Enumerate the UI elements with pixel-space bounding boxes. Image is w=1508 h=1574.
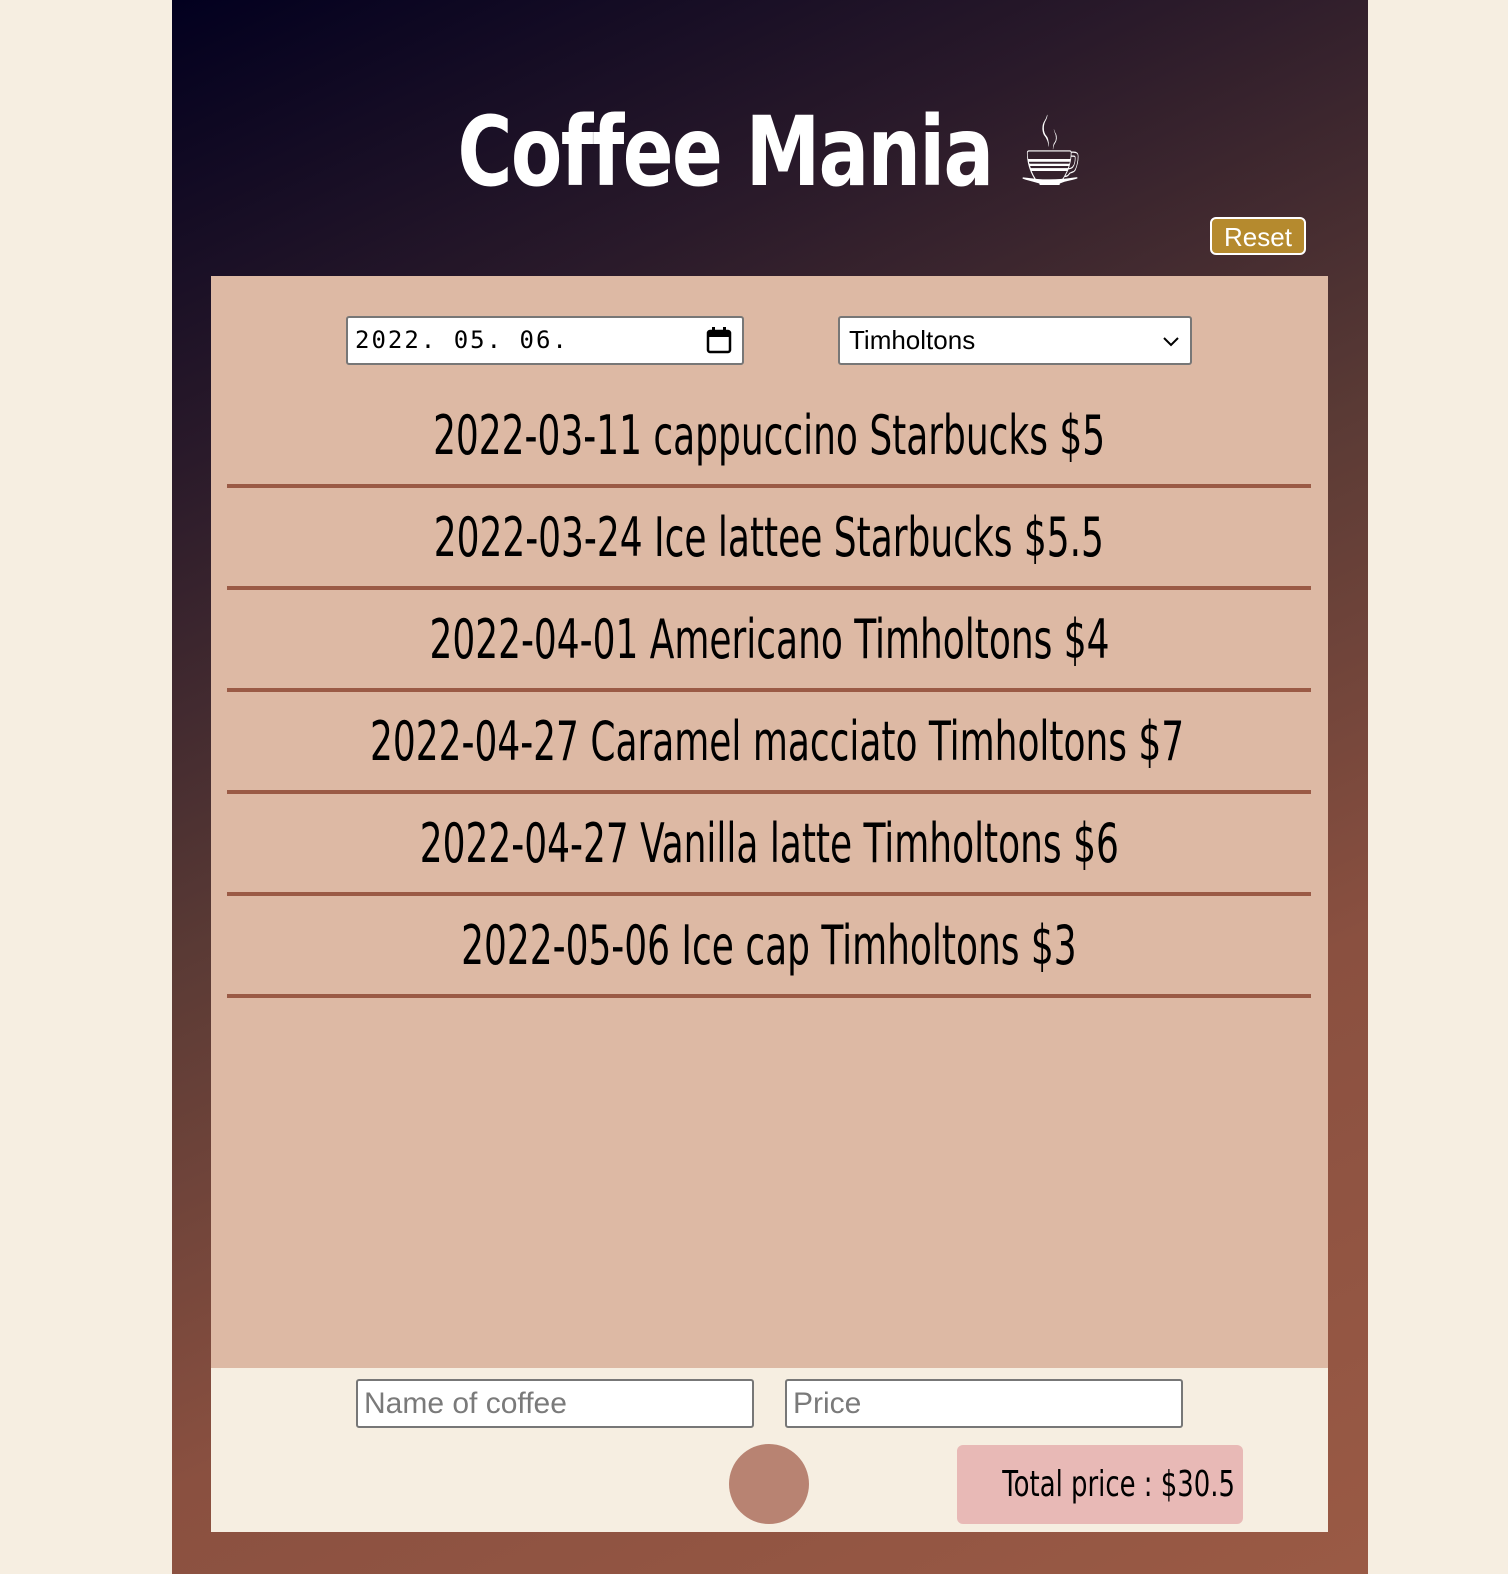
- list-item[interactable]: 2022-04-01 Americano Timholtons $4: [227, 590, 1311, 692]
- total-price-label: Total price : $30.5: [1002, 1464, 1235, 1505]
- store-select[interactable]: Timholtons: [838, 316, 1192, 365]
- reset-button[interactable]: Reset: [1210, 217, 1306, 255]
- date-input[interactable]: 2022. 05. 06.: [346, 316, 744, 365]
- date-value: 2022. 05. 06.: [355, 326, 569, 354]
- list-item[interactable]: 2022-03-24 Ice lattee Starbucks $5.5: [227, 488, 1311, 590]
- calendar-icon[interactable]: [706, 326, 732, 354]
- add-entry-button[interactable]: [729, 1444, 809, 1524]
- chevron-down-icon: [1163, 337, 1179, 347]
- list-item[interactable]: 2022-04-27 Vanilla latte Timholtons $6: [227, 794, 1311, 896]
- entries-panel: 2022. 05. 06. Timholtons 2022-03-11 capp…: [211, 276, 1328, 1368]
- app-container: Coffee Mania ☕ Reset 2022. 05. 06. Timho…: [172, 0, 1368, 1574]
- entries-list: 2022-03-11 cappuccino Starbucks $5 2022-…: [227, 386, 1311, 998]
- coffee-name-input[interactable]: [356, 1379, 754, 1428]
- total-price-badge: Total price : $30.5: [957, 1445, 1243, 1524]
- list-item[interactable]: 2022-03-11 cappuccino Starbucks $5: [227, 386, 1311, 488]
- list-item[interactable]: 2022-05-06 Ice cap Timholtons $3: [227, 896, 1311, 998]
- price-input[interactable]: [785, 1379, 1183, 1428]
- add-entry-form: Total price : $30.5: [211, 1368, 1328, 1532]
- store-select-value: Timholtons: [849, 325, 976, 355]
- list-item[interactable]: 2022-04-27 Caramel macciato Timholtons $…: [227, 692, 1311, 794]
- page-title: Coffee Mania ☕: [457, 96, 1084, 208]
